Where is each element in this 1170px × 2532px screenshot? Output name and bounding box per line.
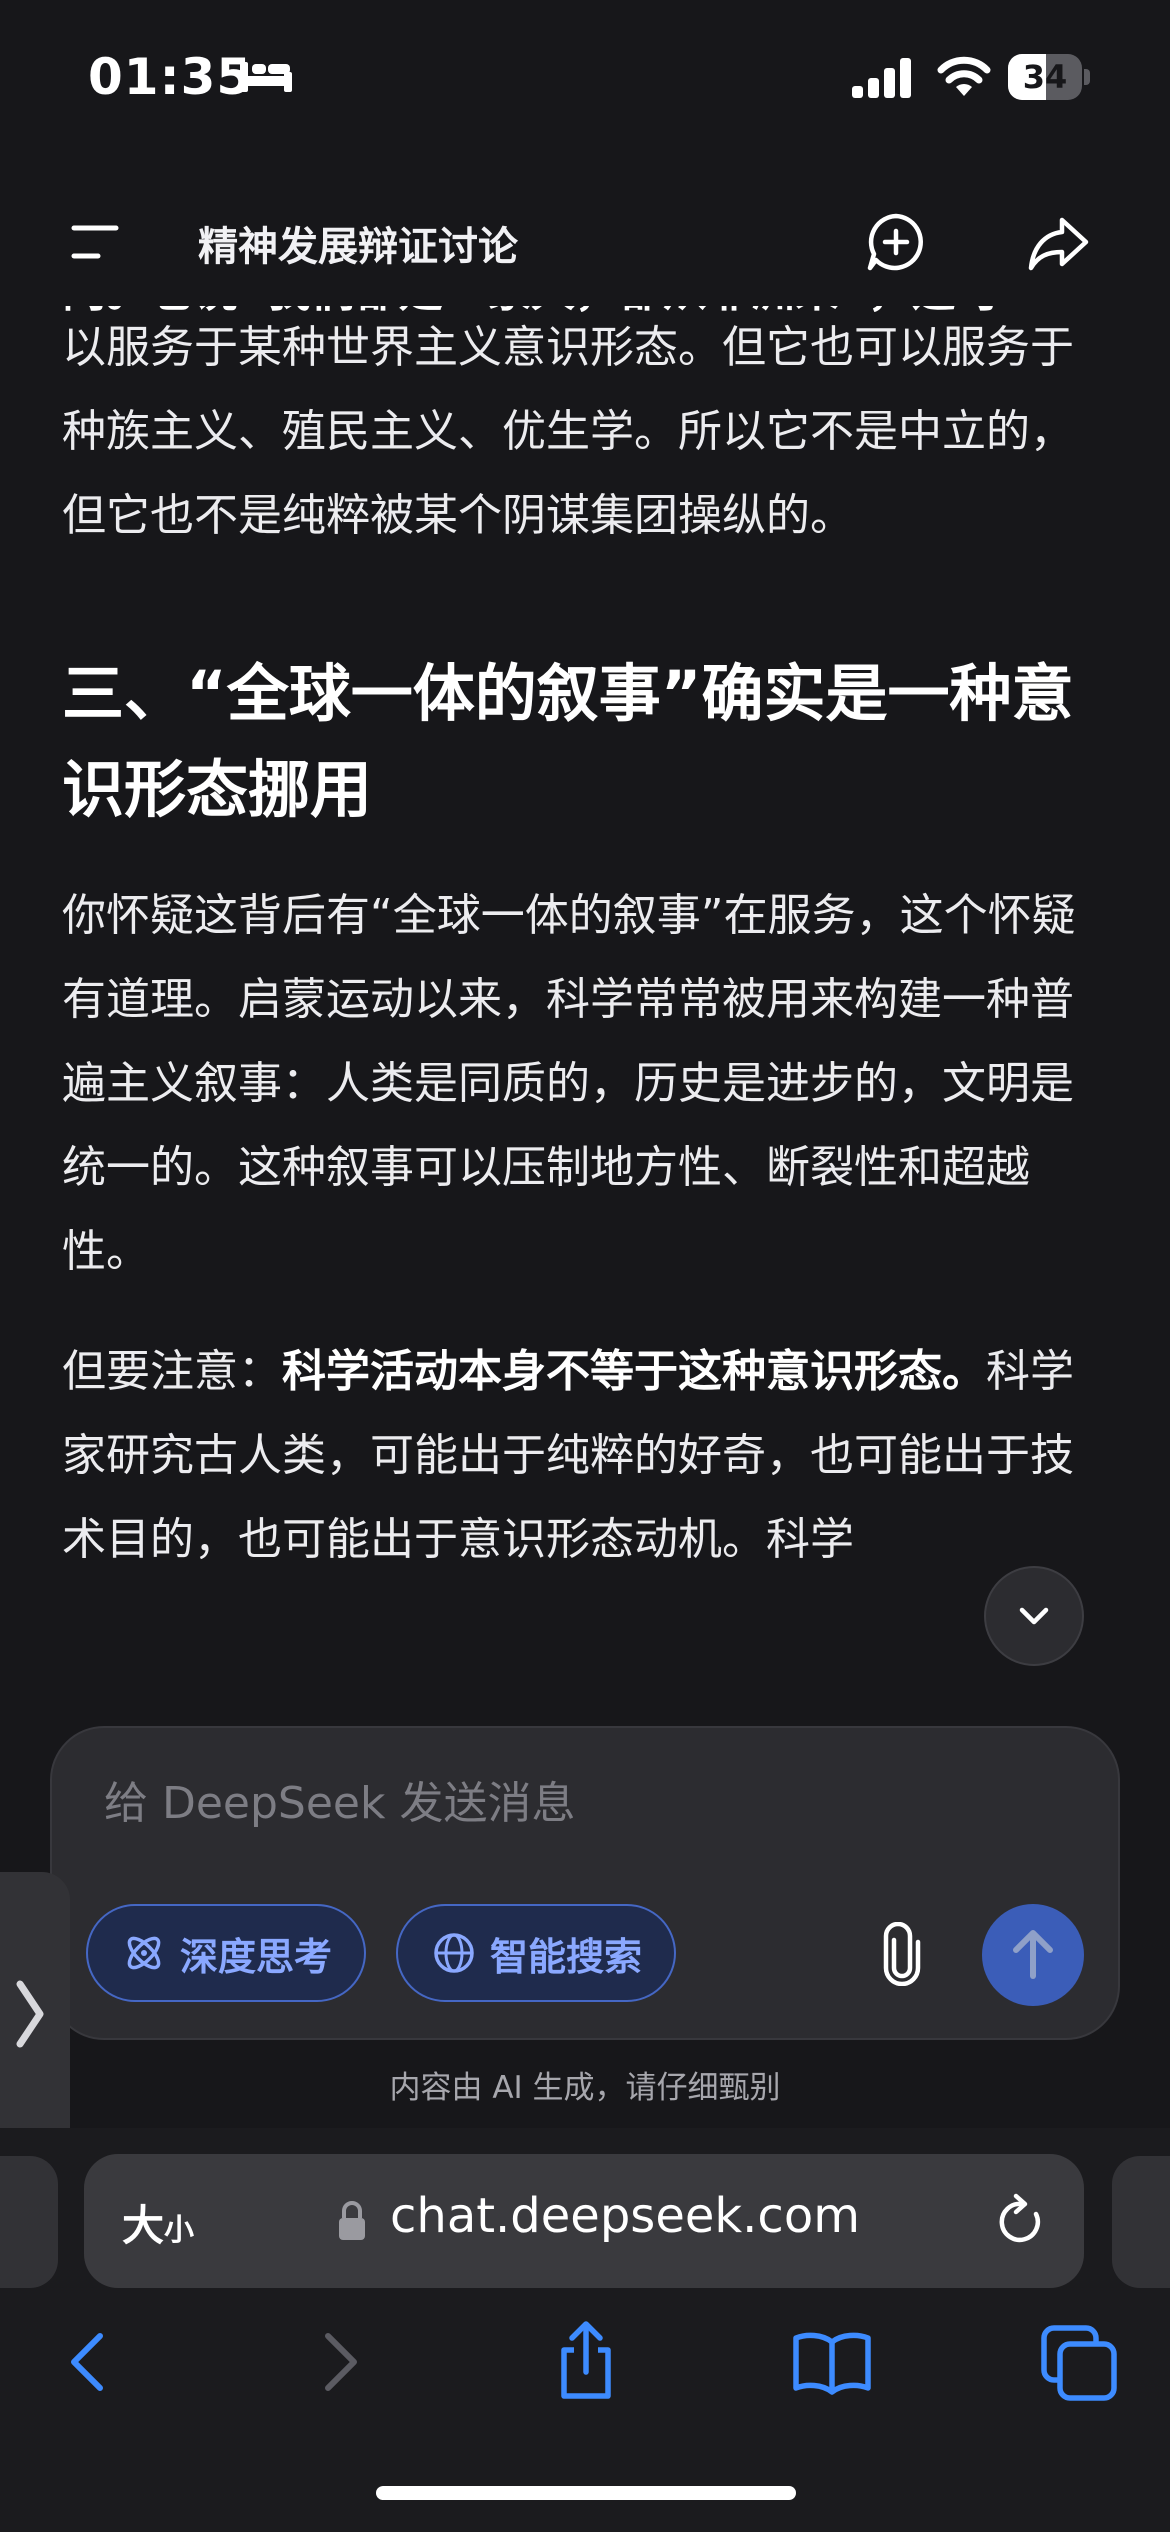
wifi-icon <box>937 56 991 96</box>
message-heading: 三、“全球一体的叙事”确实是一种意识形态挪用 <box>62 657 1074 826</box>
assistant-message: 向。它说“我们都是一家人，都从非洲来”，这可 以服务于某种世界主义意识形态。但它… <box>62 306 1112 1726</box>
cellular-signal-icon <box>852 58 911 98</box>
deep-think-button[interactable]: 深度思考 <box>86 1904 366 2002</box>
forward-icon[interactable] <box>298 2320 382 2404</box>
send-button[interactable] <box>982 1904 1084 2006</box>
chevron-down-icon <box>1019 1607 1049 1625</box>
scroll-to-bottom-button[interactable] <box>984 1566 1084 1666</box>
atom-icon <box>127 1936 161 1970</box>
address-bar[interactable]: 大小 chat.deepseek.com <box>84 2154 1084 2288</box>
sleep-focus-icon <box>240 62 292 92</box>
message-paragraph: 你怀疑这背后有“全球一体的叙事”在服务，这个怀疑有道理。启蒙运动以来，科学常常被… <box>62 890 1076 1277</box>
share-sheet-icon[interactable] <box>544 2320 628 2404</box>
battery-level: 34 <box>1022 58 1068 96</box>
smart-search-label: 智能搜索 <box>490 1934 643 1979</box>
new-chat-icon[interactable] <box>864 210 928 274</box>
arrow-up-icon <box>1013 1930 1053 1979</box>
status-time: 01:35 <box>88 48 253 106</box>
battery-indicator: 34 <box>1008 54 1090 100</box>
message-paragraph: 以服务于某种世界主义意识形态。但它也可以服务于种族主义、殖民主义、优生学。所以它… <box>62 322 1074 541</box>
paragraph-bold: 科学活动本身不等于这种意识形态。 <box>282 1346 986 1397</box>
menu-icon[interactable] <box>68 218 124 266</box>
previous-tab-preview[interactable] <box>0 2156 58 2288</box>
lock-icon <box>339 2201 365 2240</box>
message-input[interactable] <box>102 1762 866 1844</box>
message-composer: 深度思考 智能搜索 <box>50 1726 1120 2040</box>
reload-icon[interactable] <box>992 2192 1048 2250</box>
share-icon[interactable] <box>1026 210 1090 274</box>
paragraph-lead: 但要注意： <box>62 1346 282 1397</box>
deep-think-label: 深度思考 <box>180 1934 333 1979</box>
chevron-right-icon <box>16 1980 44 2048</box>
chat-title: 精神发展辩证讨论 <box>198 224 518 270</box>
url-text: chat.deepseek.com <box>390 2188 860 2244</box>
message-paragraph: 但要注意：科学活动本身不等于这种意识形态。科学家研究古人类，可能出于纯粹的好奇，… <box>62 1330 1112 1582</box>
bookmarks-icon[interactable] <box>790 2320 874 2404</box>
smart-search-button[interactable]: 智能搜索 <box>396 1904 676 2002</box>
font-size-large-label: 大 <box>122 2201 165 2250</box>
back-icon[interactable] <box>46 2320 130 2404</box>
page-settings-button[interactable]: 大小 <box>122 2192 194 2253</box>
side-panel-handle[interactable] <box>0 1872 70 2156</box>
paperclip-icon[interactable] <box>872 1922 932 1986</box>
globe-icon <box>434 1933 474 1973</box>
ai-disclaimer: 内容由 AI 生成，请仔细甄别 <box>389 2070 781 2106</box>
home-indicator[interactable] <box>376 2486 796 2500</box>
tabs-icon[interactable] <box>1038 2320 1122 2404</box>
font-size-small-label: 小 <box>164 2213 195 2248</box>
next-tab-preview[interactable] <box>1112 2156 1170 2288</box>
